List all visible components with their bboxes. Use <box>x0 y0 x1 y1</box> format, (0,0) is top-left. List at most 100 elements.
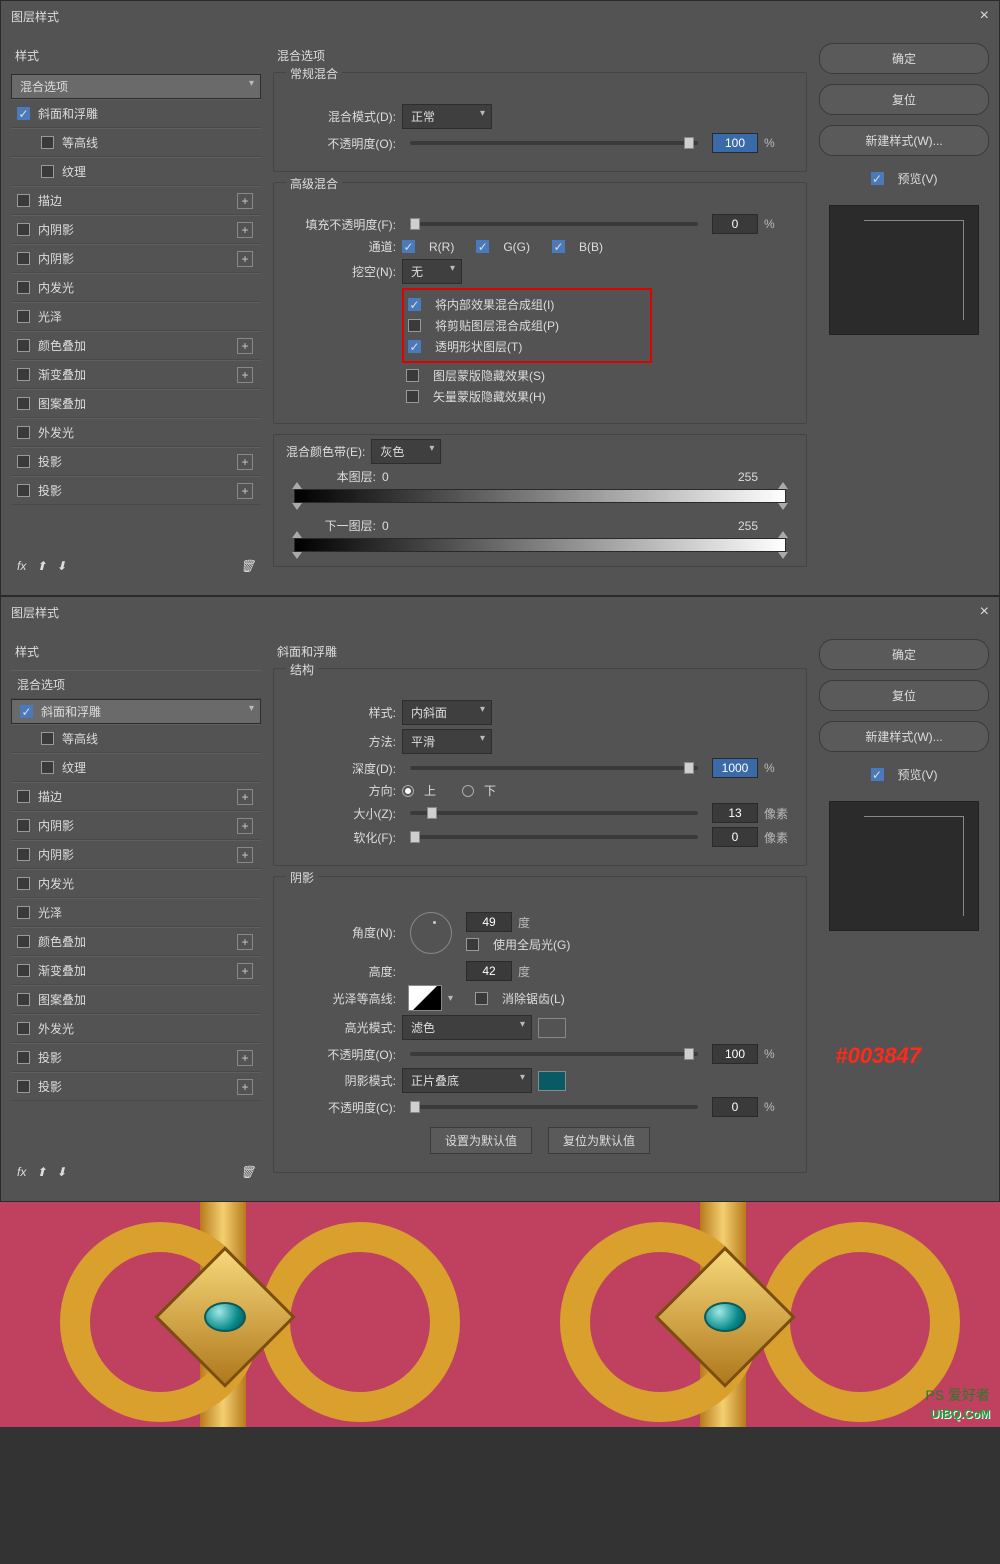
dir-down-radio[interactable] <box>462 785 474 797</box>
add-icon[interactable]: + <box>237 1079 253 1095</box>
checkbox-icon[interactable] <box>17 223 30 236</box>
hl-opacity-input[interactable]: 100 <box>712 1044 758 1064</box>
style-bevel-emboss[interactable]: ✓斜面和浮雕 <box>11 699 261 724</box>
checkbox-icon[interactable] <box>17 339 30 352</box>
add-icon[interactable]: + <box>237 483 253 499</box>
trash-icon[interactable]: 🗑 <box>240 559 255 573</box>
arrow-down-icon[interactable]: ⬇ <box>56 1165 66 1179</box>
add-icon[interactable]: + <box>237 251 253 267</box>
shadow-mode-select[interactable]: 正片叠底 <box>402 1068 532 1093</box>
checkbox-icon[interactable] <box>17 964 30 977</box>
style-drop-shadow-2[interactable]: 投影+ <box>11 476 261 505</box>
style-satin[interactable]: 光泽 <box>11 302 261 331</box>
style-texture[interactable]: 纹理 <box>11 753 261 782</box>
checkbox-icon[interactable] <box>41 136 54 149</box>
reset-default-button[interactable]: 复位为默认值 <box>548 1127 650 1154</box>
soften-input[interactable]: 0 <box>712 827 758 847</box>
style-inner-shadow-2[interactable]: 内阴影+ <box>11 840 261 869</box>
checkbox-icon[interactable] <box>17 1051 30 1064</box>
add-icon[interactable]: + <box>237 963 253 979</box>
style-stroke[interactable]: 描边+ <box>11 782 261 811</box>
global-light-checkbox[interactable] <box>466 938 479 951</box>
gloss-contour-picker[interactable] <box>408 985 442 1011</box>
checkbox-icon[interactable] <box>41 165 54 178</box>
style-drop-shadow-2[interactable]: 投影+ <box>11 1072 261 1101</box>
set-default-button[interactable]: 设置为默认值 <box>430 1127 532 1154</box>
checkbox-icon[interactable] <box>17 1080 30 1093</box>
soften-slider[interactable] <box>410 835 698 839</box>
knockout-select[interactable]: 无 <box>402 259 462 284</box>
sh-opacity-input[interactable]: 0 <box>712 1097 758 1117</box>
sh-opacity-slider[interactable] <box>410 1105 698 1109</box>
style-bevel-emboss[interactable]: ✓斜面和浮雕 <box>11 99 261 128</box>
hl-opacity-slider[interactable] <box>410 1052 698 1056</box>
arrow-down-icon[interactable]: ⬇ <box>56 559 66 573</box>
style-pattern-overlay[interactable]: 图案叠加 <box>11 389 261 418</box>
checkbox-icon[interactable] <box>17 194 30 207</box>
add-icon[interactable]: + <box>237 454 253 470</box>
checkbox-icon[interactable] <box>17 484 30 497</box>
antialias-checkbox[interactable] <box>475 992 488 1005</box>
ok-button[interactable]: 确定 <box>819 43 989 74</box>
channel-r-checkbox[interactable]: ✓ <box>402 240 415 253</box>
arrow-up-icon[interactable]: ⬆ <box>36 559 46 573</box>
fill-opacity-slider[interactable] <box>410 222 698 226</box>
style-outer-glow[interactable]: 外发光 <box>11 418 261 447</box>
ok-button[interactable]: 确定 <box>819 639 989 670</box>
channel-g-checkbox[interactable]: ✓ <box>476 240 489 253</box>
style-texture[interactable]: 纹理 <box>11 157 261 186</box>
shadow-color-swatch[interactable] <box>538 1071 566 1091</box>
checkbox-icon[interactable] <box>17 368 30 381</box>
arrow-up-icon[interactable]: ⬆ <box>36 1165 46 1179</box>
style-pattern-overlay[interactable]: 图案叠加 <box>11 985 261 1014</box>
style-color-overlay[interactable]: 颜色叠加+ <box>11 927 261 956</box>
checkbox-icon[interactable] <box>406 369 419 382</box>
checkbox-icon[interactable] <box>17 877 30 890</box>
style-outer-glow[interactable]: 外发光 <box>11 1014 261 1043</box>
checkbox-icon[interactable] <box>17 455 30 468</box>
cancel-button[interactable]: 复位 <box>819 84 989 115</box>
style-drop-shadow-1[interactable]: 投影+ <box>11 447 261 476</box>
checkbox-icon[interactable] <box>17 790 30 803</box>
add-icon[interactable]: + <box>237 222 253 238</box>
fill-opacity-input[interactable]: 0 <box>712 214 758 234</box>
add-icon[interactable]: + <box>237 789 253 805</box>
add-icon[interactable]: + <box>237 338 253 354</box>
style-color-overlay[interactable]: 颜色叠加+ <box>11 331 261 360</box>
add-icon[interactable]: + <box>237 1050 253 1066</box>
preview-checkbox[interactable]: ✓ <box>871 172 884 185</box>
new-style-button[interactable]: 新建样式(W)... <box>819 721 989 752</box>
highlight-color-swatch[interactable] <box>538 1018 566 1038</box>
under-layer-gradient[interactable] <box>294 538 786 552</box>
altitude-input[interactable]: 42 <box>466 961 512 981</box>
style-stroke[interactable]: 描边+ <box>11 186 261 215</box>
checkbox-icon[interactable] <box>17 426 30 439</box>
highlight-mode-select[interactable]: 滤色 <box>402 1015 532 1040</box>
checkbox-icon[interactable] <box>17 819 30 832</box>
technique-select[interactable]: 平滑 <box>402 729 492 754</box>
style-satin[interactable]: 光泽 <box>11 898 261 927</box>
add-icon[interactable]: + <box>237 193 253 209</box>
size-slider[interactable] <box>410 811 698 815</box>
checkbox-icon[interactable] <box>17 848 30 861</box>
new-style-button[interactable]: 新建样式(W)... <box>819 125 989 156</box>
preview-checkbox[interactable]: ✓ <box>871 768 884 781</box>
checkbox-icon[interactable] <box>17 935 30 948</box>
checkbox-icon[interactable]: ✓ <box>408 298 421 311</box>
checkbox-icon[interactable] <box>17 397 30 410</box>
checkbox-icon[interactable]: ✓ <box>20 705 33 718</box>
checkbox-icon[interactable] <box>408 319 421 332</box>
style-inner-shadow-1[interactable]: 内阴影+ <box>11 811 261 840</box>
style-gradient-overlay[interactable]: 渐变叠加+ <box>11 956 261 985</box>
fx-icon[interactable]: fx <box>17 1165 26 1179</box>
add-icon[interactable]: + <box>237 934 253 950</box>
depth-slider[interactable] <box>410 766 698 770</box>
cancel-button[interactable]: 复位 <box>819 680 989 711</box>
this-layer-gradient[interactable] <box>294 489 786 503</box>
checkbox-icon[interactable] <box>406 390 419 403</box>
checkbox-icon[interactable]: ✓ <box>17 107 30 120</box>
checkbox-icon[interactable] <box>17 906 30 919</box>
checkbox-icon[interactable] <box>17 281 30 294</box>
opacity-slider[interactable] <box>410 141 698 145</box>
style-inner-glow[interactable]: 内发光 <box>11 273 261 302</box>
